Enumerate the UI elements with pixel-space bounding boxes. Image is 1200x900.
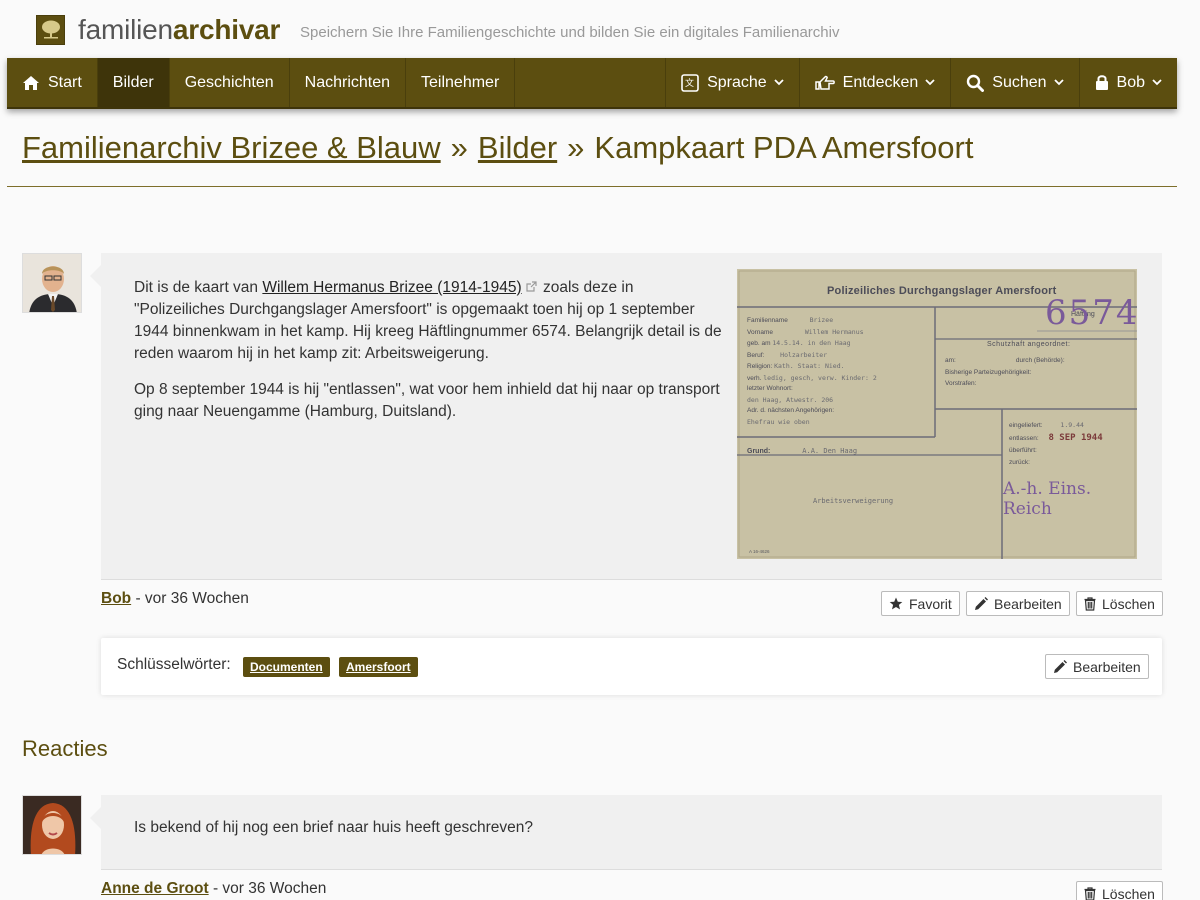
comment-text: Is bekend of hij nog een brief naar huis… bbox=[134, 819, 533, 836]
post-content: Dit is de kaart van Willem Hermanus Briz… bbox=[90, 253, 1162, 579]
card-left-fields: Familienname Brizee Vorname Willem Herma… bbox=[747, 316, 877, 426]
brand-name: familienarchivar bbox=[78, 14, 281, 45]
nav-entdecken[interactable]: Entdecken bbox=[798, 58, 951, 107]
keywords-panel: Schlüsselwörter: Documenten Amersfoort B… bbox=[101, 638, 1162, 695]
breadcrumb: Familienarchiv Brizee & Blauw» Bilder» Kam… bbox=[22, 130, 974, 165]
delete-button[interactable]: Löschen bbox=[1076, 591, 1163, 616]
home-icon bbox=[22, 75, 40, 91]
nav-start[interactable]: Start bbox=[7, 58, 98, 107]
chevron-down-icon bbox=[1053, 79, 1064, 86]
card-reason: Arbeitsverweigerung bbox=[813, 497, 894, 505]
chevron-down-icon bbox=[774, 79, 784, 86]
nav-nachrichten[interactable]: Nachrichten bbox=[290, 58, 407, 107]
brand[interactable]: familienarchivar bbox=[36, 14, 280, 46]
breadcrumb-archive-link[interactable]: Familienarchiv Brizee & Blauw bbox=[22, 130, 441, 165]
post-meta: Bob - vor 36 Wochen Favorit Bearbeiten L… bbox=[101, 579, 1163, 637]
lock-icon bbox=[1095, 74, 1109, 91]
star-icon bbox=[889, 597, 903, 610]
chevron-down-icon bbox=[925, 79, 935, 86]
card-number: 6574 bbox=[1045, 293, 1137, 333]
chevron-down-icon bbox=[1152, 79, 1162, 86]
author-link[interactable]: Anne de Groot bbox=[101, 880, 209, 897]
card-right-header: Schutzhaft angeordnet: bbox=[987, 341, 1071, 348]
post-text: Dit is de kaart van Willem Hermanus Briz… bbox=[134, 277, 724, 437]
search-icon bbox=[966, 74, 985, 92]
favorite-button[interactable]: Favorit bbox=[881, 591, 960, 616]
brand-tagline: Speichern Sie Ihre Familiengeschichte un… bbox=[300, 24, 840, 41]
divider bbox=[7, 186, 1177, 187]
hand-pointer-icon bbox=[814, 75, 835, 91]
nav-teilnehmer[interactable]: Teilnehmer bbox=[406, 58, 516, 107]
tag-amersfoort[interactable]: Amersfoort bbox=[339, 657, 418, 677]
keywords-label: Schlüsselwörter: bbox=[117, 656, 231, 673]
card-grund: Grund: A.A. Den Haag bbox=[747, 447, 858, 455]
trash-icon bbox=[1084, 886, 1096, 900]
avatar-bob[interactable] bbox=[22, 253, 82, 313]
post-paragraph: Op 8 september 1944 is hij "entlassen", … bbox=[134, 381, 720, 420]
card-stamp: A.-h. Eins. Reich bbox=[1003, 479, 1092, 519]
card-in-fields: eingeliefert: 1.9.44 entlassen: 8 SEP 19… bbox=[1009, 421, 1103, 466]
main-navbar: Start Bilder Geschichten Nachrichten Tei… bbox=[7, 58, 1177, 109]
delete-comment-button[interactable]: Löschen bbox=[1076, 881, 1163, 900]
tag-documenten[interactable]: Documenten bbox=[243, 657, 330, 677]
card-footer: A 16-4626 bbox=[749, 549, 770, 554]
svg-text:文: 文 bbox=[685, 77, 694, 89]
avatar-anne[interactable] bbox=[22, 795, 82, 855]
card-right-fields: am: durch (Behörde): Bisherige Parteizuge… bbox=[945, 357, 1065, 387]
pencil-icon bbox=[975, 596, 988, 610]
comments-title: Reacties bbox=[22, 736, 108, 761]
nav-sprache[interactable]: 文 Sprache bbox=[665, 58, 799, 107]
edit-keywords-button[interactable]: Bearbeiten bbox=[1045, 654, 1149, 679]
post-author: Bob - vor 36 Wochen bbox=[101, 590, 249, 607]
comment-author: Anne de Groot - vor 36 Wochen bbox=[101, 880, 327, 897]
post-paragraph: Dit is de kaart van Willem Hermanus Briz… bbox=[134, 277, 722, 362]
translate-icon: 文 bbox=[681, 73, 699, 92]
tree-logo-icon bbox=[36, 15, 65, 45]
author-link[interactable]: Bob bbox=[101, 590, 131, 607]
card-title: Polizeiliches Durchgangslager Amersfoort bbox=[827, 285, 1057, 297]
nav-user-bob[interactable]: Bob bbox=[1078, 58, 1177, 107]
comment-content: Is bekend of hij nog een brief naar huis… bbox=[90, 795, 1162, 869]
page-title: Kampkaart PDA Amersfoort bbox=[594, 130, 974, 165]
external-link-icon bbox=[526, 277, 537, 299]
camp-card-image[interactable]: Polizeiliches Durchgangslager Amersfoort… bbox=[737, 269, 1137, 559]
comment-meta: Anne de Groot - vor 36 Wochen Löschen bbox=[101, 869, 1163, 900]
nav-bilder[interactable]: Bilder bbox=[97, 58, 170, 107]
person-link[interactable]: Willem Hermanus Brizee (1914-1945) bbox=[262, 279, 521, 296]
pencil-icon bbox=[1054, 659, 1067, 673]
nav-suchen[interactable]: Suchen bbox=[950, 58, 1078, 107]
breadcrumb-bilder-link[interactable]: Bilder bbox=[478, 130, 557, 165]
edit-button[interactable]: Bearbeiten bbox=[966, 591, 1070, 616]
trash-icon bbox=[1084, 596, 1096, 611]
nav-geschichten[interactable]: Geschichten bbox=[170, 58, 290, 107]
